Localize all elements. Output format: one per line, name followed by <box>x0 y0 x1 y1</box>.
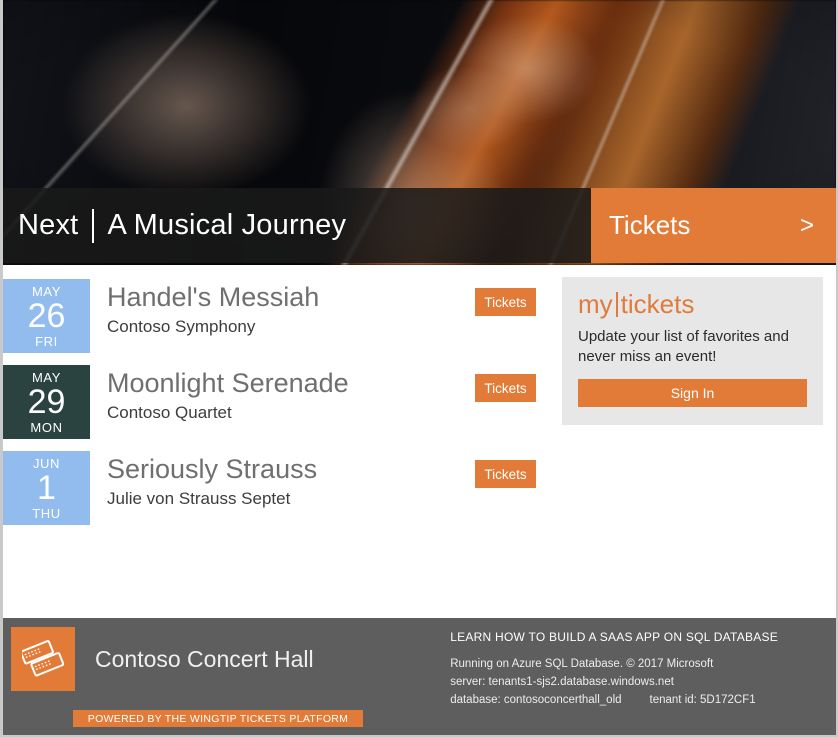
running-on-text: Running on Azure SQL Database. © 2017 Mi… <box>450 658 714 670</box>
two-tickets-icon <box>11 627 75 691</box>
event-row[interactable]: JUN 1 THU Seriously Strauss Julie von Straus… <box>3 451 536 525</box>
side-pane: my tickets Update your list of favorites… <box>539 265 836 618</box>
footer: Contoso Concert Hall POWERED BY THE WING… <box>3 618 836 735</box>
event-date-day: 29 <box>27 383 66 422</box>
next-event-title: A Musical Journey <box>107 209 347 241</box>
sign-in-button[interactable]: Sign In <box>578 378 807 407</box>
next-event-tickets-label: Tickets <box>609 210 691 240</box>
learn-more-link[interactable]: LEARN HOW TO BUILD A SAAS APP ON SQL DAT… <box>450 630 778 644</box>
event-date-weekday: FRI <box>35 333 58 349</box>
next-event-tickets-button[interactable]: Tickets > <box>591 188 836 263</box>
event-subtitle: Julie von Strauss Septet <box>107 488 291 508</box>
event-row[interactable]: MAY 29 MON Moonlight Serenade Contoso Quarte… <box>3 365 536 439</box>
chevron-right-icon: > <box>799 211 814 239</box>
my-tickets-logo: my tickets <box>578 291 807 317</box>
next-event-bar-label-area: Next A Musical Journey <box>3 188 591 263</box>
next-divider <box>92 208 95 243</box>
hero-banner: Next A Musical Journey Tickets > <box>3 0 836 265</box>
event-title: Moonlight Serenade <box>107 368 349 398</box>
event-tickets-button[interactable]: Tickets <box>475 288 536 316</box>
event-title: Seriously Strauss <box>107 454 318 484</box>
my-tickets-logo-divider <box>615 291 618 317</box>
events-pane: TUEMAY26FRIHandel's MessiahContoso Symph… <box>3 265 539 618</box>
powered-by-badge[interactable]: POWERED BY THE WINGTIP TICKETS PLATFORM <box>73 710 363 727</box>
my-tickets-logo-my: my <box>578 289 613 319</box>
event-tickets-button[interactable]: Tickets <box>475 374 536 402</box>
event-date-day: 26 <box>27 297 66 336</box>
database-text: database: contosoconcerthall_old <box>450 693 622 706</box>
venue-name: Contoso Concert Hall <box>95 645 314 672</box>
event-date-weekday: MON <box>30 419 63 435</box>
next-label: Next <box>18 209 79 241</box>
event-info: Handel's Messiah Contoso Symphony <box>90 279 523 337</box>
server-text: server: tenants1-sjs2.database.windows.n… <box>450 675 674 688</box>
my-tickets-description: Update your list of favorites and never … <box>578 328 789 365</box>
event-row[interactable]: MAY 26 FRI Handel's Messiah Contoso Symphony… <box>3 279 536 353</box>
event-info: Moonlight Serenade Contoso Quartet <box>90 365 523 423</box>
page-root: Next A Musical Journey Tickets > TUEMAY2… <box>0 0 838 737</box>
my-tickets-card: my tickets Update your list of favorites… <box>562 277 823 425</box>
footer-brand: Contoso Concert Hall <box>11 627 314 691</box>
events-list: TUEMAY26FRIHandel's MessiahContoso Symph… <box>3 265 536 537</box>
event-date-tile: MAY 26 FRI <box>3 279 90 353</box>
event-title: Handel's Messiah <box>107 282 320 312</box>
event-date-tile: MAY 29 MON <box>3 365 90 439</box>
event-info: Seriously Strauss Julie von Strauss Septe… <box>90 451 523 509</box>
event-subtitle: Contoso Symphony <box>107 316 256 336</box>
tenant-id-text: tenant id: 5D172CF1 <box>649 693 756 706</box>
event-date-day: 1 <box>37 469 56 508</box>
database-tenant-line: database: contosoconcerthall_old tenant i… <box>450 692 778 710</box>
my-tickets-logo-tickets: tickets <box>620 289 695 319</box>
event-tickets-button[interactable]: Tickets <box>475 460 536 488</box>
event-subtitle: Contoso Quartet <box>107 402 232 422</box>
footer-info: LEARN HOW TO BUILD A SAAS APP ON SQL DAT… <box>450 630 778 709</box>
next-event-bar: Next A Musical Journey Tickets > <box>3 188 836 263</box>
event-date-weekday: THU <box>32 505 61 521</box>
event-date-tile: JUN 1 THU <box>3 451 90 525</box>
main-content: TUEMAY26FRIHandel's MessiahContoso Symph… <box>3 265 836 618</box>
